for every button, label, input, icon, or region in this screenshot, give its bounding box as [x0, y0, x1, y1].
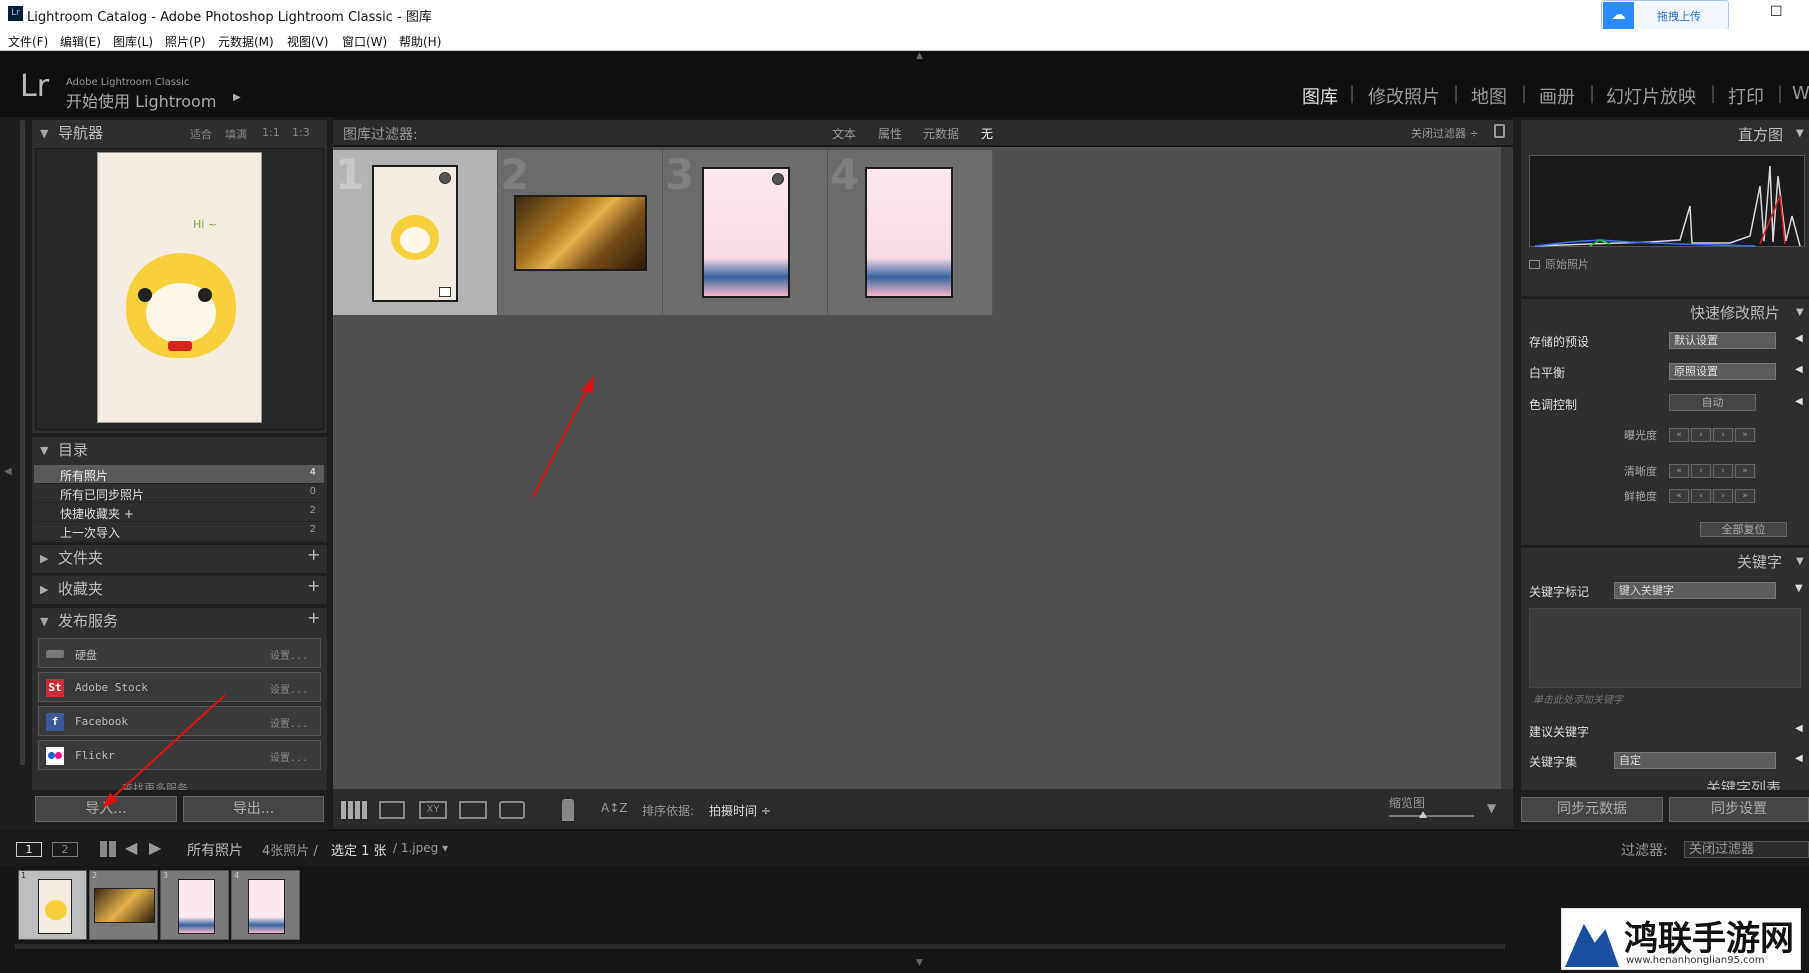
annotation-arrows — [102, 375, 594, 808]
watermark-url: www.henanhonglian95.com — [1626, 955, 1765, 966]
annotation-arrow-import — [109, 694, 226, 801]
annotation-arrow-grid — [532, 382, 591, 498]
watermark-site-name: 鸿联手游网 — [1624, 919, 1794, 959]
annotation-arrowhead-grid — [581, 375, 594, 393]
watermark-badge: 鸿联手游网 www.henanhonglian95.com — [1561, 908, 1801, 970]
lightroom-window: Lr Lightroom Catalog - Adobe Photoshop L… — [0, 0, 1809, 973]
watermark-logo-icon — [1565, 923, 1619, 967]
